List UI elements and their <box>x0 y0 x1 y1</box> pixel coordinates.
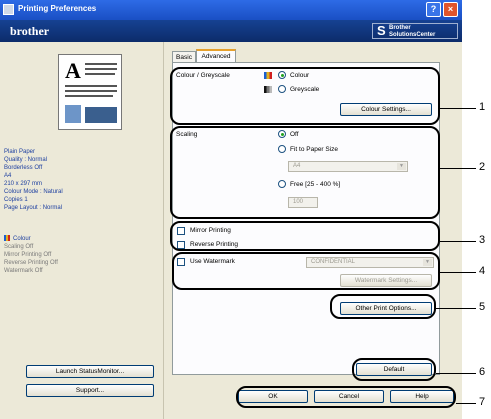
preview-glyph: A <box>65 58 81 83</box>
advanced-summary: Colour Scaling Off Mirror Printing Off R… <box>4 235 154 275</box>
solutions-center-button[interactable]: S Brother SolutionsCenter <box>372 23 458 39</box>
callout-frame-6 <box>352 358 436 381</box>
callout-leader-5 <box>436 308 476 309</box>
tab-advanced[interactable]: Advanced <box>196 49 236 62</box>
settings-summary: Plain Paper Quality : Normal Borderless … <box>4 149 63 211</box>
close-icon[interactable]: × <box>443 2 458 17</box>
callout-frame-3 <box>170 221 440 251</box>
callout-leader-1 <box>440 108 476 109</box>
title-bar: Printing Preferences ? × <box>0 0 462 20</box>
solutions-center-icon: S <box>377 23 386 38</box>
launch-status-monitor-button[interactable]: Launch StatusMonitor... <box>26 365 154 378</box>
page-preview: A <box>58 54 122 130</box>
callout-frame-5 <box>330 294 436 319</box>
callout-leader-4 <box>440 272 476 273</box>
callout-leader-7 <box>456 403 476 404</box>
support-button[interactable]: Support... <box>26 384 154 397</box>
callout-number-3: 3 <box>479 234 486 246</box>
solutions-center-label-1: Brother <box>389 25 411 31</box>
colour-swatch-icon <box>4 235 10 241</box>
colour-summary: Colour <box>4 235 154 243</box>
help-icon[interactable]: ? <box>426 2 441 17</box>
window-title: Printing Preferences <box>18 4 97 13</box>
printer-icon <box>3 4 14 15</box>
callout-number-2: 2 <box>479 161 486 173</box>
callout-leader-6 <box>436 373 476 374</box>
callout-leader-2 <box>440 168 476 169</box>
callout-number-5: 5 <box>479 301 486 313</box>
callout-leader-3 <box>440 241 476 242</box>
callout-number-7: 7 <box>479 396 486 408</box>
callout-number-6: 6 <box>479 366 486 378</box>
preview-image-2 <box>85 107 117 123</box>
preview-image-1 <box>65 105 81 123</box>
settings-summary-panel: A Plain Paper Quality : Normal Borderles… <box>0 42 164 419</box>
callout-frame-7 <box>236 386 456 408</box>
brand-banner: brother S Brother SolutionsCenter <box>0 20 462 42</box>
solutions-center-label-2: SolutionsCenter <box>389 32 436 38</box>
callout-frame-4 <box>172 252 440 290</box>
callout-number-4: 4 <box>479 265 486 277</box>
callout-frame-2 <box>170 126 440 219</box>
callout-number-1: 1 <box>479 101 486 113</box>
brother-logo: brother <box>10 24 50 38</box>
callout-frame-1 <box>170 67 440 125</box>
